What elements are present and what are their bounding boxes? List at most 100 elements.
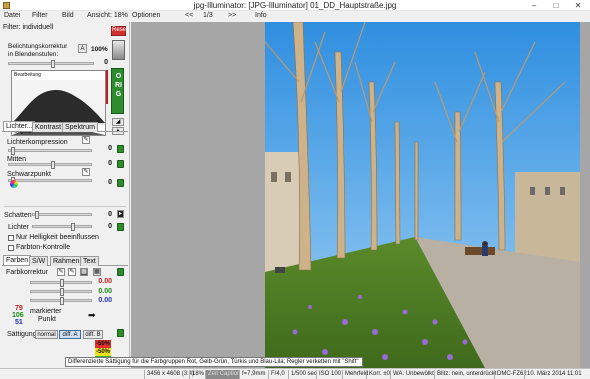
pipette-icon[interactable]: ✎: [68, 268, 76, 276]
farbton-kontrolle-label: Farbton-Kontrolle: [16, 244, 71, 251]
tab-sw[interactable]: S/W: [29, 256, 49, 266]
lichterkompression-label: Lichterkompression: [7, 139, 68, 146]
nur-helligkeit-checkbox[interactable]: [8, 235, 14, 241]
menu-ansicht[interactable]: Ansicht: 18%: [87, 12, 128, 19]
nur-helligkeit-label: Nur Helligkeit beeinflussen: [16, 234, 99, 241]
status-caption: Zeit Caption: [205, 370, 241, 379]
schatten-label: Schatten: [4, 212, 32, 219]
minimize-icon[interactable]: –: [523, 0, 545, 11]
rgb-green-value: 106: [12, 312, 24, 319]
schwarzpunkt-green-button[interactable]: [117, 179, 124, 187]
status-datetime: 10. März 2014 11:01: [524, 370, 590, 379]
play-icon[interactable]: ▸: [117, 210, 124, 218]
lichter-value: 0: [108, 223, 112, 230]
divider: [4, 206, 126, 207]
schatten-value: 0: [108, 211, 112, 218]
nav-next-button[interactable]: >>: [228, 12, 236, 19]
saettigung-label: Sättigung: [7, 331, 37, 338]
arrow-right-icon[interactable]: ➡: [88, 310, 96, 321]
filter-label: Filter: individuell: [3, 24, 54, 31]
slider-thumb[interactable]: [60, 288, 64, 296]
color-wheel-icon[interactable]: [10, 180, 18, 188]
status-correction: Korr. ±0: [366, 370, 390, 379]
schwarzpunkt-slider[interactable]: [8, 177, 92, 185]
status-shutter: 1/500 sec: [288, 370, 317, 379]
farbe-value-2: 0.00: [98, 288, 112, 295]
saettigung-green-button[interactable]: [117, 329, 124, 337]
lichterkompression-value: 0: [108, 145, 112, 152]
sat-mode-diff-a[interactable]: diff. A: [59, 330, 81, 339]
orig-button[interactable]: ORIG: [111, 68, 124, 114]
menu-info[interactable]: Info: [255, 12, 267, 19]
menu-filter[interactable]: Filter: [32, 12, 48, 19]
status-whitebalance: WA: Unbewölkt: [390, 370, 434, 379]
grid-icon[interactable]: ▦: [80, 268, 88, 276]
reset-button[interactable]: Reset: [111, 26, 128, 36]
lichter-slider[interactable]: [32, 223, 92, 231]
title-bar: jpg-Illuminator: [JPG-Illuminator] 01_DD…: [0, 0, 590, 11]
sat-red-value: -50%: [95, 340, 111, 348]
slider-thumb[interactable]: [60, 279, 64, 287]
lichter-green-button[interactable]: [117, 223, 124, 231]
farbe-slider-3[interactable]: [30, 297, 92, 305]
tab-text[interactable]: Text: [80, 256, 99, 266]
status-flash: Blitz: nein, unterdrückt: [434, 370, 496, 379]
slider-thumb[interactable]: [60, 297, 64, 305]
page-indicator: 1/3: [203, 12, 213, 19]
tab-lichter[interactable]: Lichter...: [3, 121, 36, 131]
menu-bar: Datei Filter Bild Ansicht: 18% Optionen …: [0, 11, 590, 22]
status-focal: f=7,9mm: [239, 370, 266, 379]
slider-thumb[interactable]: [51, 161, 55, 169]
slider-thumb[interactable]: [51, 60, 55, 68]
photo[interactable]: [265, 22, 580, 368]
pipette-icon[interactable]: ✎: [82, 136, 90, 144]
farbkorrektur-label: Farbkorrektur: [6, 269, 49, 276]
sat-yellow-value: -50%: [95, 348, 111, 356]
menu-datei[interactable]: Datei: [4, 12, 20, 19]
percent-value: 100%: [91, 46, 108, 53]
exposure-label: Belichtungskorrektur: [8, 43, 68, 50]
rgb-blue-value: 51: [15, 319, 23, 326]
curve-icon[interactable]: ◢: [112, 118, 124, 126]
sat-mode-diff-b[interactable]: diff. B: [83, 330, 103, 339]
exposure-label-2: in Blendenstufen:: [8, 51, 59, 58]
grid-light-icon[interactable]: ▦: [93, 268, 101, 276]
slider-thumb[interactable]: [35, 211, 39, 219]
pipette-icon[interactable]: ✎: [82, 168, 90, 176]
status-bar: 3456 x 4608 (3:4) 18% Zeit Caption f=7,9…: [0, 368, 590, 379]
slider-thumb[interactable]: [71, 223, 75, 231]
status-zoom: 18%: [189, 370, 204, 379]
status-aperture: F/4,0: [268, 370, 285, 379]
tab-spektrum[interactable]: Spektrum: [62, 122, 98, 132]
control-panel: Filter: individuell Reset Belichtungskor…: [0, 22, 130, 368]
pipette-icon[interactable]: ✎: [57, 268, 65, 276]
app-window: jpg-Illuminator: [JPG-Illuminator] 01_DD…: [0, 0, 590, 379]
maximize-icon[interactable]: □: [545, 0, 567, 11]
lichterkompression-green-button[interactable]: [117, 145, 124, 153]
mitten-slider[interactable]: [8, 161, 92, 169]
tab-kontrast[interactable]: Kontrast: [32, 122, 65, 132]
mitten-value: 0: [108, 160, 112, 167]
image-viewport[interactable]: [131, 22, 590, 368]
menu-bild[interactable]: Bild: [62, 12, 74, 19]
farbe-slider-1[interactable]: [30, 279, 92, 287]
tab-farben[interactable]: Farben: [3, 255, 32, 265]
schatten-slider[interactable]: [32, 211, 92, 219]
auto-button[interactable]: A: [78, 44, 87, 53]
slider-thumb[interactable]: [11, 147, 15, 155]
farbton-kontrolle-checkbox[interactable]: [8, 245, 14, 251]
status-iso: ISO 100: [316, 370, 341, 379]
exposure-slider[interactable]: [8, 60, 94, 68]
farbkorrektur-green-button[interactable]: [117, 268, 124, 276]
menu-optionen[interactable]: Optionen: [132, 12, 160, 19]
exposure-preview: [112, 40, 125, 60]
mitten-green-button[interactable]: [117, 160, 124, 168]
lichter-label: Lichter: [8, 224, 30, 231]
sat-mode-normal[interactable]: normal: [35, 330, 58, 339]
tab-rahmen[interactable]: Rahmen: [50, 256, 83, 266]
close-icon[interactable]: ✕: [567, 0, 589, 11]
nav-prev-button[interactable]: <<: [185, 12, 193, 19]
lichterkompression-slider[interactable]: [8, 147, 92, 155]
status-dimensions: 3456 x 4608 (3:4): [144, 370, 194, 379]
farbe-slider-2[interactable]: [30, 288, 92, 296]
